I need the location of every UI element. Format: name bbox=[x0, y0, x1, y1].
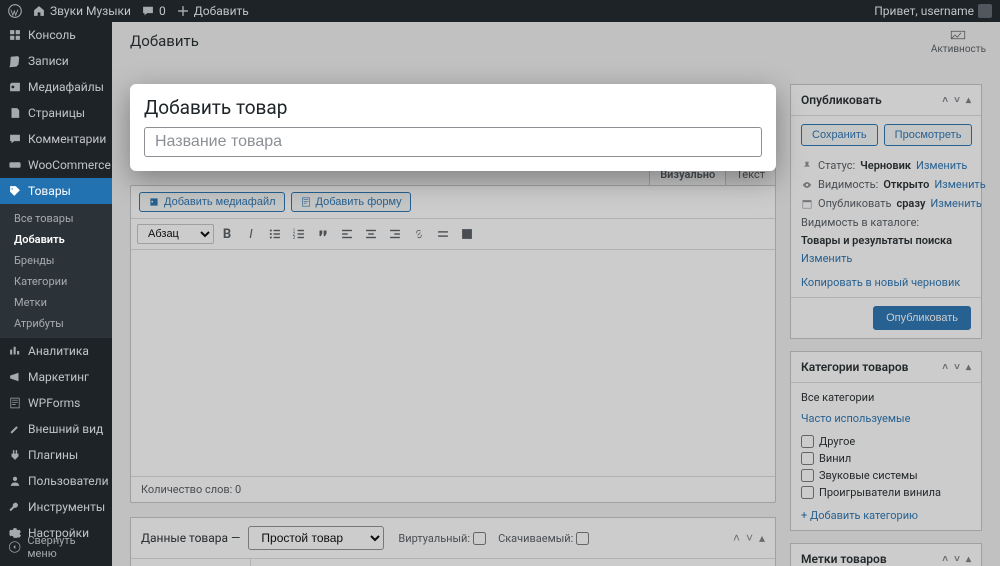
chevron-down-icon[interactable]: ˅ bbox=[954, 95, 960, 106]
sidebar-item-wpforms[interactable]: WPForms bbox=[0, 390, 112, 416]
cat-tab-all[interactable]: Все категории bbox=[801, 391, 874, 404]
tags-box: Метки товаров˄˅▴ bbox=[790, 543, 982, 566]
product-title-input[interactable] bbox=[144, 127, 762, 157]
numlist-icon[interactable]: 123 bbox=[288, 223, 310, 245]
add-form-button[interactable]: Добавить форму bbox=[291, 192, 411, 212]
sidebar-item-tools[interactable]: Инструменты bbox=[0, 494, 112, 520]
publish-button[interactable]: Опубликовать bbox=[873, 306, 971, 330]
toggle-icon[interactable]: ▴ bbox=[759, 531, 765, 545]
format-select[interactable]: Абзац bbox=[137, 224, 214, 244]
chevron-up-icon[interactable]: ˄ bbox=[942, 95, 948, 106]
product-type-select[interactable]: Простой товар bbox=[248, 526, 384, 550]
edit-status-link[interactable]: Изменить bbox=[916, 159, 967, 172]
italic-icon[interactable]: I bbox=[240, 223, 262, 245]
category-list: Другое Винил Звуковые системы Проигрыват… bbox=[801, 433, 971, 501]
submenu-attributes[interactable]: Атрибуты bbox=[0, 313, 112, 334]
submenu-all-products[interactable]: Все товары bbox=[0, 208, 112, 229]
editor-body[interactable] bbox=[131, 250, 775, 476]
new-content[interactable]: Добавить bbox=[176, 4, 249, 18]
sidebar-item-products[interactable]: Товары bbox=[0, 178, 112, 204]
product-data-box: Данные товара — Простой товар Виртуальны… bbox=[130, 517, 776, 566]
product-data-heading: Данные товара — bbox=[141, 531, 240, 545]
sidebar-item-woocommerce[interactable]: WooCommerce bbox=[0, 152, 112, 178]
save-draft-button[interactable]: Сохранить bbox=[801, 124, 878, 146]
edit-date-link[interactable]: Изменить bbox=[930, 197, 981, 210]
sidebar-item-comments[interactable]: Комментарии bbox=[0, 126, 112, 152]
downloadable-checkbox[interactable]: Скачиваемый: bbox=[498, 532, 589, 545]
wp-logo[interactable] bbox=[8, 4, 22, 18]
more-icon[interactable] bbox=[432, 223, 454, 245]
aligncenter-icon[interactable] bbox=[360, 223, 382, 245]
admin-bar: Звуки Музыки 0 Добавить Привет, username bbox=[0, 0, 1000, 22]
cat-item[interactable]: Проигрыватели винила bbox=[801, 484, 971, 501]
chevron-up-icon[interactable]: ˄ bbox=[942, 554, 948, 565]
edit-visibility-link[interactable]: Изменить bbox=[934, 178, 985, 191]
alignright-icon[interactable] bbox=[384, 223, 406, 245]
publish-box: Опубликовать˄˅▴ Сохранить Просмотреть Ст… bbox=[790, 84, 982, 339]
products-submenu: Все товары Добавить Бренды Категории Мет… bbox=[0, 204, 112, 338]
toggle-icon[interactable]: ▴ bbox=[966, 554, 971, 565]
cat-item[interactable]: Звуковые системы bbox=[801, 467, 971, 484]
submenu-categories[interactable]: Категории bbox=[0, 271, 112, 292]
bullist-icon[interactable] bbox=[264, 223, 286, 245]
add-category-link[interactable]: + Добавить категорию bbox=[801, 509, 971, 522]
content-editor: Добавить медиафайл Добавить форму Абзац … bbox=[130, 185, 776, 503]
calendar-icon bbox=[801, 198, 813, 210]
content-area: Активность Добавить Настройки экрана ▾ П… bbox=[112, 22, 1000, 566]
alignleft-icon[interactable] bbox=[336, 223, 358, 245]
toggle-icon[interactable]: ▴ bbox=[966, 95, 971, 106]
sidebar-item-appearance[interactable]: Внешний вид bbox=[0, 416, 112, 442]
chevron-up-icon[interactable]: ˄ bbox=[733, 531, 740, 545]
title-highlight: Добавить товар bbox=[130, 84, 776, 171]
add-media-button[interactable]: Добавить медиафайл bbox=[139, 192, 285, 212]
quote-icon[interactable] bbox=[312, 223, 334, 245]
toggle-icon[interactable]: ▴ bbox=[966, 362, 971, 373]
sidebar-item-users[interactable]: Пользователи bbox=[0, 468, 112, 494]
cat-tab-used[interactable]: Часто используемые bbox=[801, 412, 910, 425]
chevron-down-icon[interactable]: ˅ bbox=[954, 362, 960, 373]
virtual-checkbox[interactable]: Виртуальный: bbox=[398, 532, 486, 545]
sidebar-item-marketing[interactable]: Маркетинг bbox=[0, 364, 112, 390]
link-icon[interactable] bbox=[408, 223, 430, 245]
submenu-tags[interactable]: Метки bbox=[0, 292, 112, 313]
bold-icon[interactable]: B bbox=[216, 223, 238, 245]
toolbar-toggle-icon[interactable] bbox=[456, 223, 478, 245]
add-product-title: Добавить товар bbox=[144, 96, 762, 119]
submenu-brands[interactable]: Бренды bbox=[0, 250, 112, 271]
add-label: Добавить bbox=[194, 4, 249, 18]
sidebar-item-pages[interactable]: Страницы bbox=[0, 100, 112, 126]
chevron-down-icon[interactable]: ˅ bbox=[954, 554, 960, 565]
activity-widget[interactable]: Активность bbox=[931, 28, 986, 55]
submenu-add-product[interactable]: Добавить bbox=[0, 229, 112, 250]
comments-count: 0 bbox=[159, 4, 166, 18]
categories-box: Категории товаров˄˅▴ Все категории Часто… bbox=[790, 351, 982, 531]
avatar-icon bbox=[978, 4, 992, 18]
copy-draft-link[interactable]: Копировать в новый черновик bbox=[801, 276, 960, 289]
pin-icon bbox=[801, 160, 813, 172]
chevron-down-icon[interactable]: ˅ bbox=[746, 531, 753, 545]
sidebar-item-media[interactable]: Медиафайлы bbox=[0, 74, 112, 100]
preview-button[interactable]: Просмотреть bbox=[884, 124, 973, 146]
editor-toolbar: Абзац B I 123 bbox=[131, 219, 775, 250]
cat-item[interactable]: Винил bbox=[801, 450, 971, 467]
pdata-tab-general[interactable]: Основные bbox=[131, 559, 250, 566]
sidebar-item-dashboard[interactable]: Консоль bbox=[0, 22, 112, 48]
site-link[interactable]: Звуки Музыки bbox=[32, 4, 131, 18]
admin-sidebar: Консоль Записи Медиафайлы Страницы Комме… bbox=[0, 22, 112, 566]
collapse-menu[interactable]: Свернуть меню bbox=[0, 528, 112, 566]
sidebar-item-analytics[interactable]: Аналитика bbox=[0, 338, 112, 364]
comments-link[interactable]: 0 bbox=[141, 4, 166, 18]
sidebar-item-plugins[interactable]: Плагины bbox=[0, 442, 112, 468]
page-heading: Добавить bbox=[130, 32, 982, 50]
cat-item[interactable]: Другое bbox=[801, 433, 971, 450]
chevron-up-icon[interactable]: ˄ bbox=[942, 362, 948, 373]
word-count: Количество слов: 0 bbox=[131, 476, 775, 502]
eye-icon bbox=[801, 179, 813, 191]
site-name: Звуки Музыки bbox=[50, 4, 131, 18]
sidebar-item-posts[interactable]: Записи bbox=[0, 48, 112, 74]
edit-catalog-link[interactable]: Изменить bbox=[801, 252, 852, 265]
svg-text:3: 3 bbox=[293, 236, 296, 241]
howdy[interactable]: Привет, username bbox=[874, 4, 992, 18]
